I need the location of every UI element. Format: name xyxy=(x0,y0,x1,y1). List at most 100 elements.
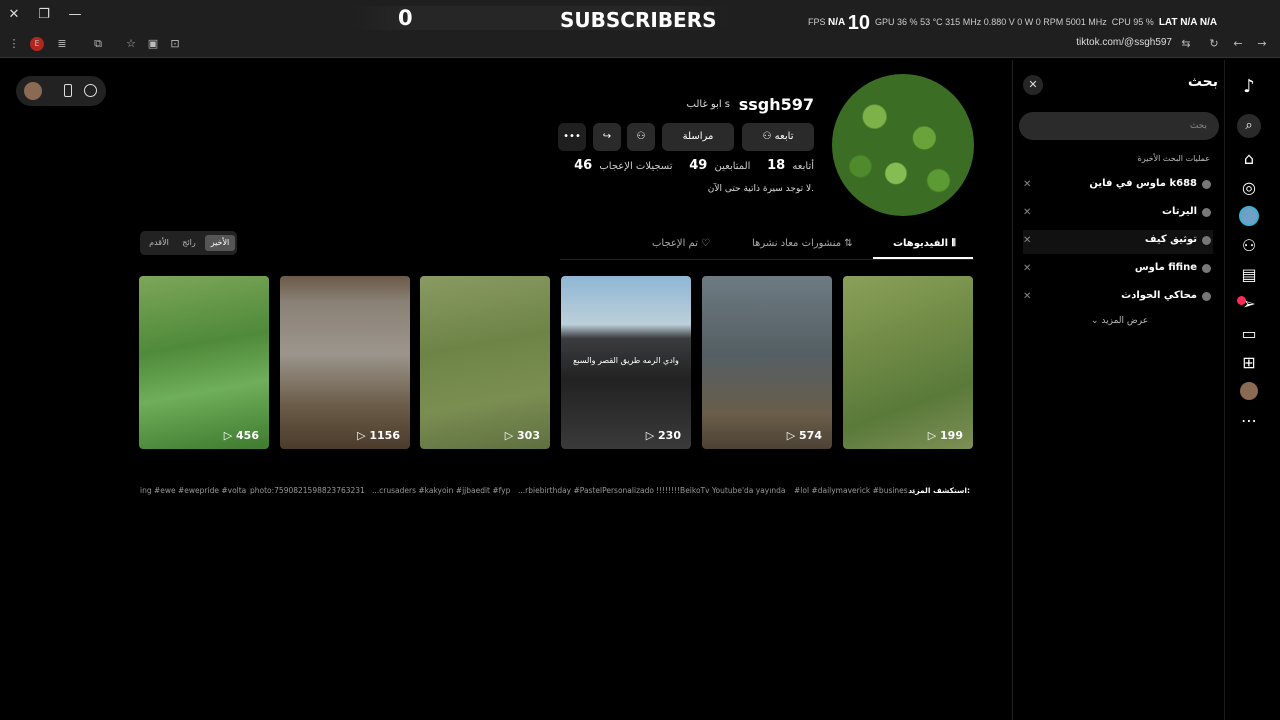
profile-avatar xyxy=(832,74,974,216)
window-title-bar: ✕ ❐ — 0 SUBSCRIBERS FPS N/A 10 GPU 36 % … xyxy=(0,0,1280,34)
explore-tag[interactable]: ...rbiebirthday #PastelPersonalizado xyxy=(518,486,654,495)
profile-bio: لا توجد سيرة ذاتية حتى الآن. xyxy=(707,184,814,194)
avatar-small[interactable] xyxy=(24,82,42,100)
reload-icon[interactable]: ↻ xyxy=(1206,36,1222,52)
device-icon[interactable] xyxy=(64,84,72,97)
video-thumbnail[interactable]: وادي الرمه طريق القصر والسبع ▷ 230 xyxy=(561,276,691,449)
video-thumbnail[interactable]: ▷ 1156 xyxy=(280,276,410,449)
sort-oldest[interactable]: الأقدم xyxy=(144,235,174,251)
upload-icon[interactable]: ⊞ xyxy=(1238,352,1260,374)
following-avatar-icon[interactable] xyxy=(1239,206,1259,226)
live-icon[interactable]: ▤ xyxy=(1238,264,1260,286)
view-count-value: 1156 xyxy=(369,429,400,442)
explore-compass-icon[interactable]: ◎ xyxy=(1238,177,1260,199)
view-count: ▷ 199 xyxy=(927,429,963,442)
browser-toolbar: ⋮ E ≣ ⧉ ☆ ▣ ⊡ tiktok.com/@ssgh597 ⇆ ↻ ← … xyxy=(0,30,1280,58)
restore-window-icon[interactable]: ❐ xyxy=(32,4,56,26)
sort-popular[interactable]: رائج xyxy=(176,235,202,251)
site-settings-icon[interactable]: ⇆ xyxy=(1178,36,1194,52)
recent-search-item[interactable]: ✕ ماوس fifine xyxy=(1023,258,1213,282)
recent-search-item[interactable]: ✕ ماوس في فاين k688 xyxy=(1023,174,1213,198)
collections-icon[interactable]: ▣ xyxy=(145,36,161,52)
recent-search-text: اليرتات xyxy=(1161,206,1197,217)
search-input[interactable] xyxy=(1019,112,1219,140)
inbox-icon[interactable]: ▭ xyxy=(1238,323,1260,345)
close-window-icon[interactable]: ✕ xyxy=(2,4,26,26)
view-count: ▷ 230 xyxy=(645,429,681,442)
chevron-down-icon: ⌄ xyxy=(1091,316,1102,326)
view-count-value: 230 xyxy=(658,429,681,442)
reposts-tab-label: منشورات معاد نشرها xyxy=(752,238,842,249)
bookmark-star-icon[interactable]: ☆ xyxy=(123,36,139,52)
show-more-link[interactable]: ⌄ عرض المزيد xyxy=(1091,316,1148,326)
video-thumbnail[interactable]: ▷ 303 xyxy=(420,276,550,449)
remove-icon[interactable]: ✕ xyxy=(1023,263,1031,274)
address-bar-url[interactable]: tiktok.com/@ssgh597 xyxy=(1076,37,1172,48)
fps-value: N/A xyxy=(828,17,846,28)
add-friend-button[interactable]: ⚇ xyxy=(627,123,655,151)
video-thumbnail[interactable]: ▷ 456 xyxy=(139,276,269,449)
explore-tag[interactable]: photo:7590821598823763231 xyxy=(250,486,365,495)
screenshot-icon[interactable]: ⊡ xyxy=(167,36,183,52)
tab-reposts[interactable]: منشورات معاد نشرها ⇅ xyxy=(752,238,853,249)
message-button[interactable]: مراسلة xyxy=(662,123,734,151)
home-icon[interactable]: ⌂ xyxy=(1238,148,1260,170)
share-icon: ↪ xyxy=(602,131,612,142)
lat-stats: LAT N/A N/A xyxy=(1158,17,1218,28)
search-icon[interactable]: ⌕ xyxy=(1237,114,1261,138)
compass-icon[interactable] xyxy=(84,84,97,97)
close-icon[interactable]: ✕ xyxy=(1023,75,1043,95)
follow-label: تابعه xyxy=(774,131,794,142)
minimize-window-icon[interactable]: — xyxy=(63,4,87,26)
more-icon[interactable]: ⋯ xyxy=(1238,410,1260,432)
menu-dots-icon[interactable]: ⋮ xyxy=(6,36,22,52)
remove-icon[interactable]: ✕ xyxy=(1023,291,1031,302)
tab-videos[interactable]: الفيديوهات ⦀ xyxy=(893,238,956,249)
explore-label: استكشف المزيد: xyxy=(908,486,970,495)
profile-nickname: ابو غالب s xyxy=(686,99,730,110)
cpu-stats: CPU 95 % xyxy=(1111,17,1154,27)
explore-tag[interactable]: !!!!!!!!BeikoTv Youtube'da yayında xyxy=(656,486,785,495)
friends-icon[interactable]: ⚇ xyxy=(1238,235,1260,257)
back-icon[interactable]: ← xyxy=(1230,36,1246,52)
recent-searches-label: عمليات البحث الأخيرة xyxy=(1137,154,1210,163)
video-thumbnail[interactable]: ▷ 199 xyxy=(843,276,973,449)
sort-latest[interactable]: الأخير xyxy=(205,235,235,251)
followers-label: المتابعين xyxy=(714,161,751,172)
tab-liked[interactable]: تم الإعجاب ♡ xyxy=(652,238,710,249)
floating-toolbar xyxy=(16,76,106,106)
recent-search-item[interactable]: ✕ توثيق كيف xyxy=(1023,230,1213,254)
follow-button[interactable]: ⚇ تابعه xyxy=(742,123,814,151)
remove-icon[interactable]: ✕ xyxy=(1023,207,1031,218)
more-options-button[interactable]: ••• xyxy=(558,123,586,151)
profile-avatar-icon[interactable] xyxy=(1240,382,1258,400)
active-tab-indicator xyxy=(873,257,973,259)
tabs-divider xyxy=(560,259,974,260)
explore-tag[interactable]: ...crusaders #kakyoin #jjbaedit #fyp xyxy=(372,486,510,495)
reader-icon[interactable]: ≣ xyxy=(54,36,70,52)
tiktok-logo-icon[interactable]: ♪ xyxy=(1238,76,1260,98)
remove-icon[interactable]: ✕ xyxy=(1023,235,1031,246)
video-thumbnail[interactable]: ▷ 574 xyxy=(702,276,832,449)
remove-icon[interactable]: ✕ xyxy=(1023,179,1031,190)
share-button[interactable]: ↪ xyxy=(593,123,621,151)
message-label: مراسلة xyxy=(682,131,714,142)
explore-tag[interactable]: #lol #dailymaverick #busines... xyxy=(794,486,915,495)
recent-search-text: ماوس fifine xyxy=(1134,262,1197,273)
following-count[interactable]: 18 xyxy=(767,158,785,173)
extensions-icon[interactable]: ⧉ xyxy=(90,36,106,52)
view-count: ▷ 574 xyxy=(786,429,822,442)
clock-icon xyxy=(1202,292,1211,301)
profile-stats: أتابعه 18 المتابعين 49 تسجيلات الإعجاب 4… xyxy=(570,158,814,173)
recent-search-item[interactable]: ✕ اليرتات xyxy=(1023,202,1213,226)
subscriber-count: 0 xyxy=(398,6,413,30)
sort-toggle: الأخير رائج الأقدم xyxy=(140,231,237,255)
forward-icon[interactable]: → xyxy=(1254,36,1270,52)
explore-more-strip: استكشف المزيد: ‹ #lol #dailymaverick #bu… xyxy=(140,486,970,500)
recent-search-item[interactable]: ✕ محاكي الحوادث xyxy=(1023,286,1213,310)
extension-red-icon[interactable]: E xyxy=(30,37,44,51)
followers-count[interactable]: 49 xyxy=(689,158,707,173)
view-count-value: 303 xyxy=(517,429,540,442)
tiktok-nav-rail: ♪ ⌕ ⌂ ◎ ⚇ ▤ ➢ ▭ ⊞ ⋯ xyxy=(1224,60,1280,720)
explore-tag[interactable]: ing #ewe #ewepride #volta xyxy=(140,486,246,495)
